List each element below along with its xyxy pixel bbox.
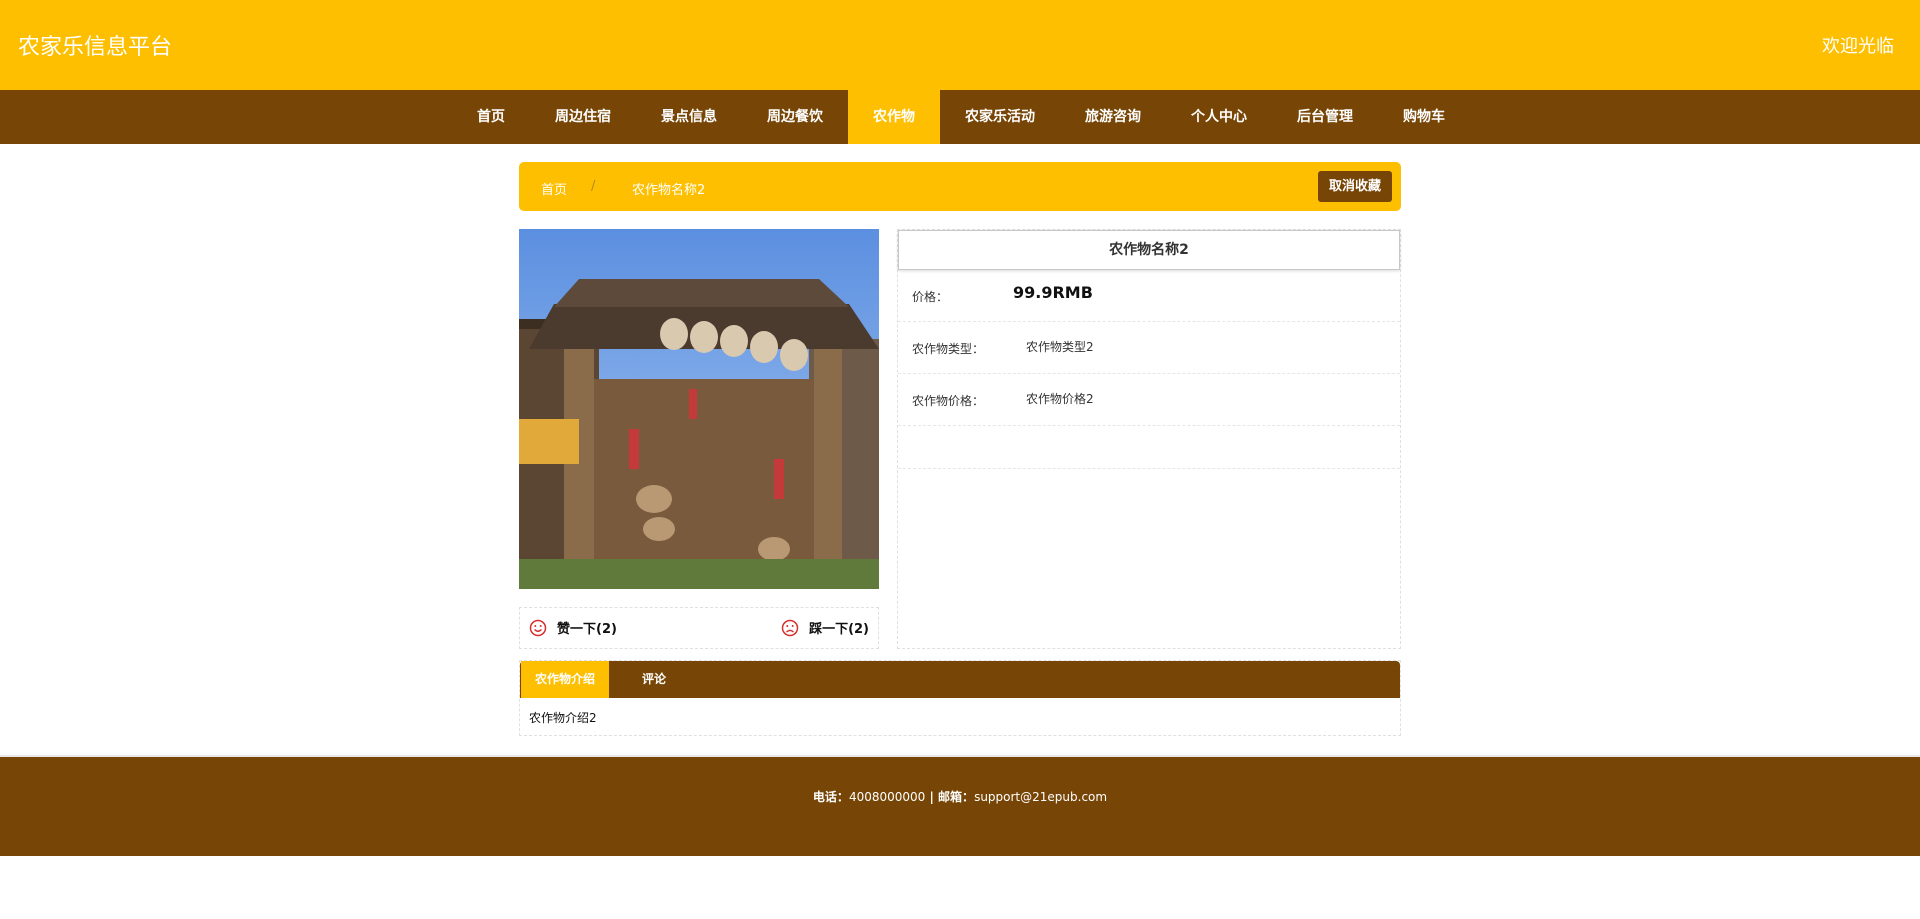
footer: 电话：4008000000 | 邮箱：support@21epub.com — [0, 755, 1920, 856]
actions-row — [898, 426, 1400, 469]
like-button[interactable]: 赞一下(2) — [529, 618, 617, 637]
nav-attractions[interactable]: 景点信息 — [636, 90, 742, 144]
price-label: 价格： — [912, 290, 949, 304]
footer-email: support@21epub.com — [974, 790, 1108, 804]
nav-dining[interactable]: 周边餐饮 — [742, 90, 848, 144]
footer-phone: 4008000000 — [848, 790, 926, 804]
crop-name: 农作物名称2 — [898, 230, 1400, 270]
type-row: 农作物类型： 农作物类型2 — [898, 322, 1400, 374]
header: 农家乐信息平台 欢迎光临 — [0, 0, 1920, 90]
type-value: 农作物类型2 — [1026, 340, 1094, 354]
nav-travel-consult[interactable]: 旅游咨询 — [1060, 90, 1166, 144]
nav-activities[interactable]: 农家乐活动 — [940, 90, 1060, 144]
main-nav: 首页 周边住宿 景点信息 周边餐饮 农作物 农家乐活动 旅游咨询 个人中心 后台… — [0, 90, 1920, 144]
footer-email-label: 邮箱： — [938, 790, 975, 804]
nav-admin[interactable]: 后台管理 — [1272, 90, 1378, 144]
smile-icon — [529, 619, 547, 636]
breadcrumb-home[interactable]: 首页 — [541, 179, 567, 198]
footer-separator: | — [925, 790, 939, 804]
tab-intro[interactable]: 农作物介绍 — [521, 661, 609, 698]
intro-content: 农作物介绍2 — [529, 711, 597, 725]
frown-icon — [781, 619, 799, 636]
footer-contact: 电话：4008000000 | 邮箱：support@21epub.com — [0, 788, 1920, 805]
type-label: 农作物类型： — [912, 342, 985, 356]
crop-image — [519, 229, 879, 589]
welcome-text: 欢迎光临 — [1822, 36, 1894, 57]
price-value: 99.9RMB — [1013, 283, 1093, 302]
nav-cart[interactable]: 购物车 — [1378, 90, 1470, 144]
dislike-label: 踩一下(2) — [809, 622, 869, 637]
nav-crops[interactable]: 农作物 — [848, 90, 940, 144]
tab-bar: 农作物介绍 评论 — [520, 661, 1400, 698]
crop-info-panel: 农作物名称2 价格： 99.9RMB 农作物类型： 农作物类型2 农作物价格： … — [897, 229, 1401, 649]
dislike-button[interactable]: 踩一下(2) — [781, 618, 869, 637]
gate-photo-illustration — [519, 229, 879, 589]
nav-lodging[interactable]: 周边住宿 — [530, 90, 636, 144]
vote-box: 赞一下(2) 踩一下(2) — [519, 607, 879, 649]
crop-price-value: 农作物价格2 — [1026, 392, 1094, 406]
tab-comment[interactable]: 评论 — [642, 661, 666, 698]
breadcrumb: 首页 / 农作物名称2 取消收藏 — [519, 162, 1401, 211]
uncollect-button[interactable]: 取消收藏 — [1317, 171, 1392, 202]
site-title: 农家乐信息平台 — [18, 35, 173, 60]
crop-price-row: 农作物价格： 农作物价格2 — [898, 374, 1400, 426]
breadcrumb-current: 农作物名称2 — [632, 183, 706, 198]
nav-personal-center[interactable]: 个人中心 — [1166, 90, 1272, 144]
footer-phone-label: 电话： — [812, 790, 849, 804]
breadcrumb-separator: / — [591, 179, 596, 194]
like-label: 赞一下(2) — [557, 622, 617, 637]
detail-tabs: 农作物介绍 评论 农作物介绍2 — [519, 660, 1401, 736]
price-row: 价格： 99.9RMB — [898, 270, 1400, 322]
crop-price-label: 农作物价格： — [912, 394, 985, 408]
nav-home[interactable]: 首页 — [452, 90, 530, 144]
